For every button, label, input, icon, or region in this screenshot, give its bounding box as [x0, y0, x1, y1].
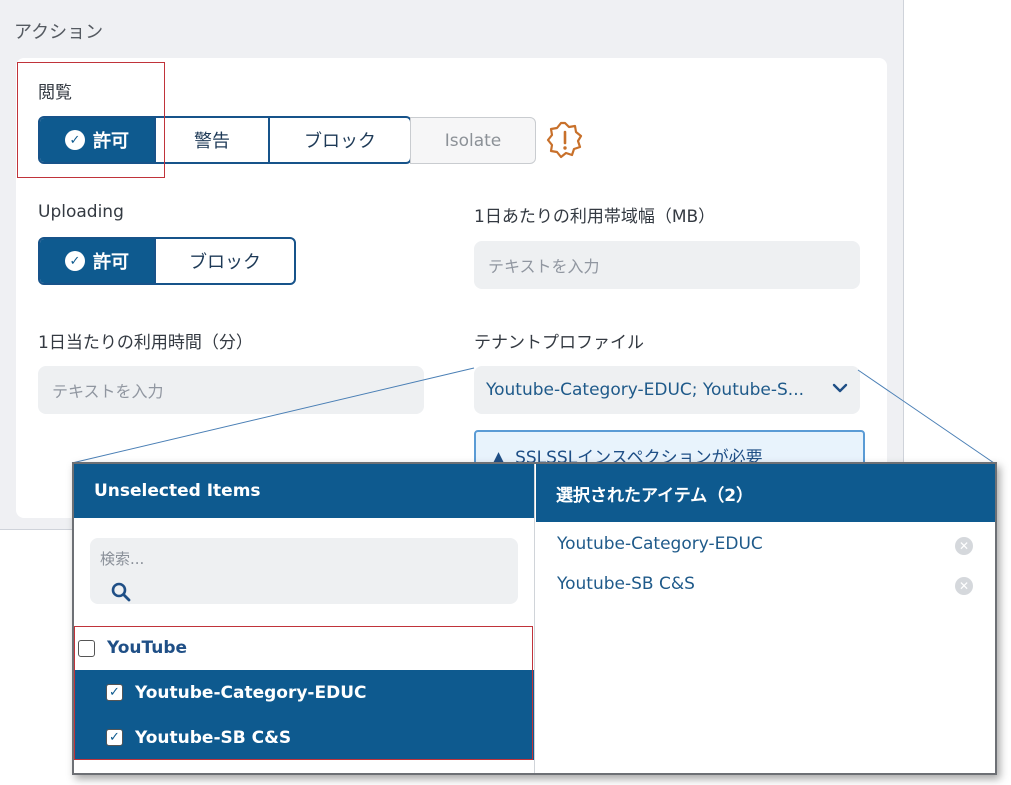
daily-time-label: 1日当たりの利用時間（分）	[38, 333, 253, 353]
daily-bandwidth-label: 1日あたりの利用帯域幅（MB）	[474, 207, 716, 227]
daily-bandwidth-input[interactable]: テキストを入力	[474, 241, 860, 289]
selected-item: Youtube-Category-EDUC	[557, 534, 763, 554]
selected-items-pane: 選択されたアイテム（2） Youtube-Category-EDUC ✕ You…	[536, 464, 995, 773]
uploading-block-button[interactable]: ブロック	[156, 239, 294, 283]
item-tree: YouTube ✓ Youtube-Category-EDUC ✓ Youtub…	[74, 626, 534, 761]
browse-isolate-button[interactable]: Isolate	[410, 117, 536, 164]
unselected-items-pane: Unselected Items 検索... YouTube ✓ Youtube…	[74, 464, 535, 773]
highlight-box-browse	[17, 62, 165, 178]
selected-items-header: 選択されたアイテム（2）	[536, 464, 995, 522]
alert-octagon-icon[interactable]	[545, 120, 585, 160]
browse-warn-label: 警告	[194, 131, 230, 152]
highlight-box-items	[74, 626, 533, 760]
browse-block-label: ブロック	[304, 131, 376, 152]
browse-block-button[interactable]: ブロック	[270, 118, 410, 162]
daily-time-input[interactable]: テキストを入力	[38, 366, 424, 414]
browse-isolate-label: Isolate	[444, 130, 502, 151]
search-placeholder: 検索...	[100, 550, 145, 568]
uploading-allow-button[interactable]: ✓ 許可	[40, 239, 156, 283]
browse-warn-button[interactable]: 警告	[156, 118, 270, 162]
chevron-down-icon	[832, 383, 848, 393]
search-icon[interactable]	[110, 581, 132, 603]
uploading-allow-label: 許可	[93, 252, 129, 273]
uploading-block-label: ブロック	[189, 252, 261, 273]
remove-icon[interactable]: ✕	[955, 537, 973, 555]
action-title: アクション	[14, 22, 104, 43]
tenant-profile-label: テナントプロファイル	[474, 333, 644, 353]
search-input[interactable]: 検索...	[90, 538, 518, 604]
check-circle-icon: ✓	[65, 251, 85, 271]
unselected-items-header: Unselected Items	[74, 464, 534, 518]
uploading-segmented-control: ✓ 許可 ブロック	[38, 237, 296, 285]
tenant-profile-value: Youtube-Category-EDUC; Youtube-S...	[486, 380, 805, 400]
remove-icon[interactable]: ✕	[955, 577, 973, 595]
selected-item: Youtube-SB C&S	[557, 574, 695, 594]
uploading-label: Uploading	[38, 202, 124, 222]
tenant-profile-select[interactable]: Youtube-Category-EDUC; Youtube-S...	[474, 366, 860, 414]
tenant-profile-picker: Unselected Items 検索... YouTube ✓ Youtube…	[72, 462, 997, 775]
